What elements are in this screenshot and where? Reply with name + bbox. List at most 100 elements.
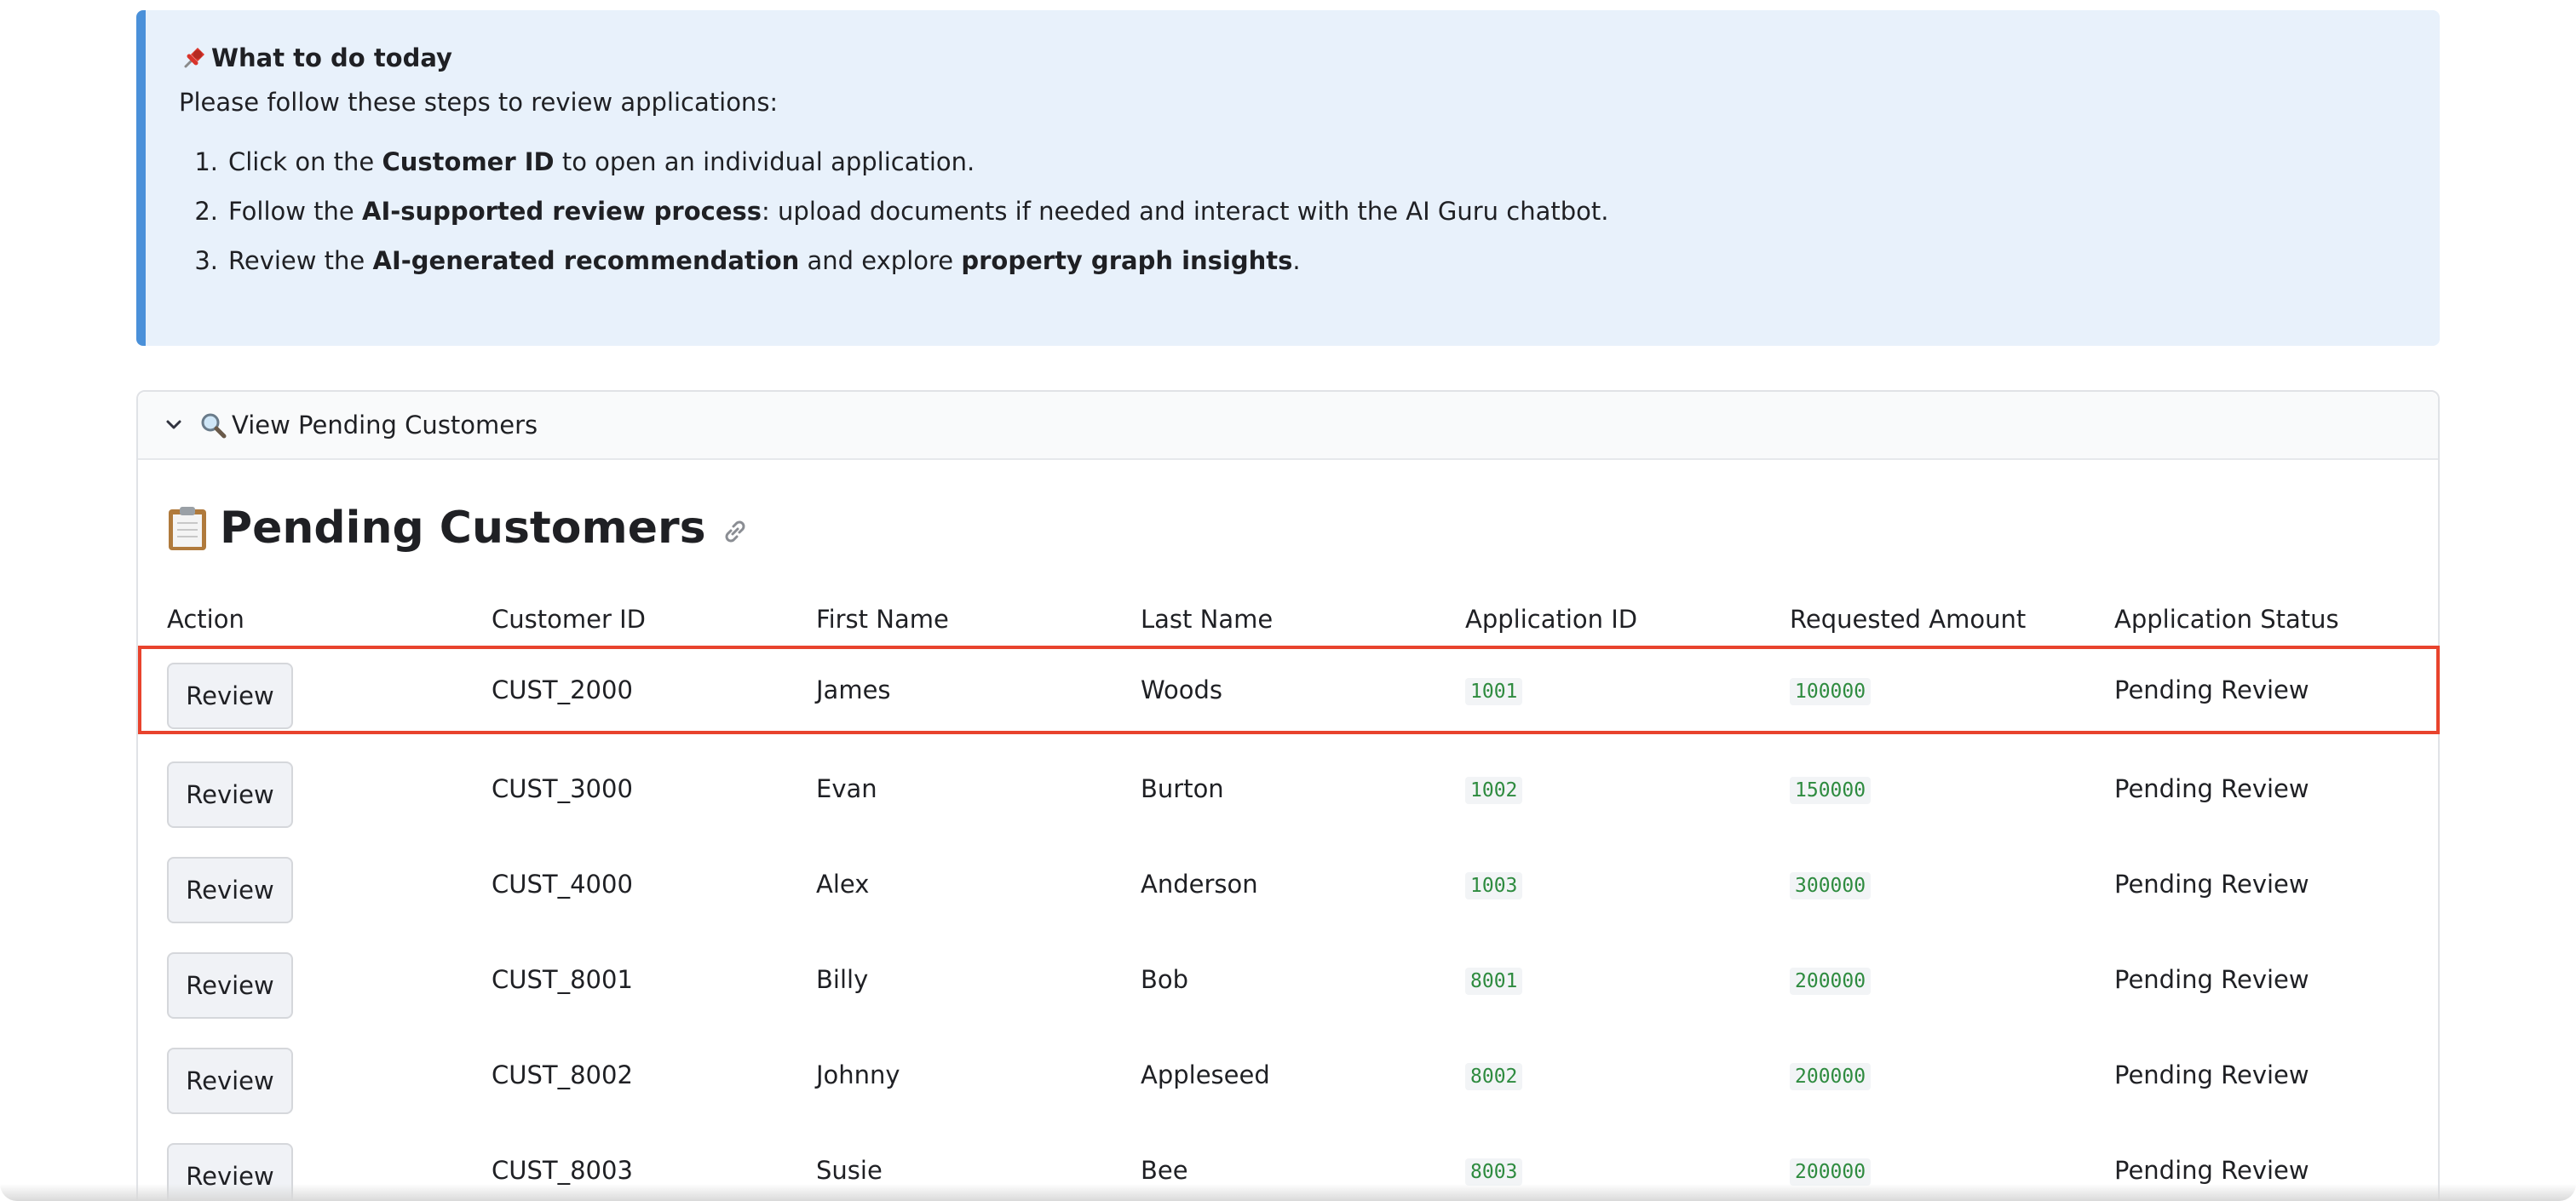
action-cell: Review (167, 651, 492, 729)
expander-header[interactable]: View Pending Customers (138, 392, 2438, 460)
pushpin-icon (184, 48, 204, 68)
customer-id-cell[interactable]: CUST_4000 (492, 870, 816, 899)
requested-amount-cell: 200000 (1790, 964, 2114, 995)
clipboard-icon (169, 507, 206, 550)
step-text-bold: AI-generated recommendation (372, 246, 800, 275)
step-text-post: to open an individual application. (554, 147, 975, 176)
table-row: Review CUST_8002 Johnny Appleseed 8002 2… (167, 1027, 2424, 1123)
requested-amount-cell: 150000 (1790, 773, 2114, 804)
last-name-cell: Bee (1141, 1156, 1188, 1185)
review-button[interactable]: Review (167, 663, 293, 729)
application-id-value: 1001 (1465, 678, 1523, 705)
step-text-pre: Review the (228, 246, 373, 275)
application-id-cell: 8002 (1465, 1060, 1790, 1090)
info-intro: Please follow these steps to review appl… (179, 88, 779, 117)
first-name-cell: Alex (816, 870, 870, 899)
table-row: Review CUST_2000 James Woods 1001 100000… (138, 646, 2440, 734)
application-status-cell: Pending Review (2114, 774, 2309, 803)
first-name-cell: James (816, 675, 891, 704)
step-text-bold: Customer ID (382, 147, 555, 176)
first-name-cell: Evan (816, 774, 877, 803)
application-status-cell: Pending Review (2114, 1060, 2309, 1089)
action-cell: Review (167, 940, 492, 1019)
info-title: What to do today (211, 43, 452, 72)
application-id-cell: 1002 (1465, 773, 1790, 804)
page: What to do today Please follow these ste… (0, 0, 2576, 1201)
step-item: 2. Follow the AI-supported review proces… (179, 194, 2440, 244)
pending-customers-table: Action Customer ID First Name Last Name … (138, 593, 2440, 1201)
requested-amount-cell: 200000 (1790, 1060, 2114, 1090)
step-text: Follow the AI-supported review process: … (228, 194, 1609, 244)
review-button[interactable]: Review (167, 857, 293, 923)
application-status-cell: Pending Review (2114, 965, 2309, 994)
table-row: Review CUST_3000 Evan Burton 1002 150000… (167, 741, 2424, 836)
magnifier-icon (201, 413, 227, 439)
step-text: Review the AI-generated recommendation a… (228, 244, 1301, 293)
step-text-bold: AI-supported review process (362, 197, 762, 226)
link-icon[interactable] (720, 516, 750, 547)
section-title: Pending Customers (220, 503, 706, 554)
customer-id-cell[interactable]: CUST_2000 (492, 675, 816, 704)
chevron-down-icon[interactable] (164, 415, 184, 435)
customer-id-cell[interactable]: CUST_8003 (492, 1156, 816, 1185)
info-title-row: What to do today (179, 39, 2440, 77)
application-id-cell: 1003 (1465, 869, 1790, 899)
application-id-value: 1002 (1465, 777, 1523, 804)
requested-amount-cell: 300000 (1790, 869, 2114, 899)
expander-label: View Pending Customers (232, 411, 538, 440)
first-name-cell: Billy (816, 965, 869, 994)
step-text-pre: Click on the (228, 147, 382, 176)
pending-customers-expander: View Pending Customers Pending Customers… (136, 390, 2440, 1201)
application-id-value: 8001 (1465, 968, 1523, 995)
review-button[interactable]: Review (167, 761, 293, 828)
step-number: 2. (194, 197, 218, 226)
action-cell: Review (167, 845, 492, 923)
requested-amount-cell: 100000 (1790, 675, 2114, 705)
step-item: 3. Review the AI-generated recommendatio… (179, 244, 2440, 293)
column-header: Customer ID (492, 605, 646, 634)
last-name-cell: Bob (1141, 965, 1189, 994)
application-status-cell: Pending Review (2114, 675, 2309, 704)
review-button[interactable]: Review (167, 952, 293, 1019)
requested-amount-value: 150000 (1790, 777, 1872, 804)
last-name-cell: Burton (1141, 774, 1224, 803)
step-number: 1. (194, 147, 218, 176)
window-bottom-edge (0, 1184, 2576, 1201)
step-text-post: : upload documents if needed and interac… (762, 197, 1609, 226)
info-box: What to do today Please follow these ste… (136, 10, 2440, 346)
last-name-cell: Woods (1141, 675, 1222, 704)
column-header: First Name (816, 605, 949, 634)
customer-id-cell[interactable]: CUST_3000 (492, 774, 816, 803)
application-id-cell: 8001 (1465, 964, 1790, 995)
table-row: Review CUST_8001 Billy Bob 8001 200000 P… (167, 932, 2424, 1027)
application-id-value: 8002 (1465, 1063, 1523, 1090)
first-name-cell: Johnny (816, 1060, 900, 1089)
application-status-cell: Pending Review (2114, 1156, 2309, 1185)
column-header: Action (167, 605, 244, 634)
step-item: 1. Click on the Customer ID to open an i… (179, 145, 2440, 194)
first-name-cell: Susie (816, 1156, 883, 1185)
application-id-cell: 8003 (1465, 1155, 1790, 1186)
requested-amount-value: 300000 (1790, 872, 1872, 899)
application-status-cell: Pending Review (2114, 870, 2309, 899)
requested-amount-cell: 200000 (1790, 1155, 2114, 1186)
requested-amount-value: 200000 (1790, 968, 1872, 995)
review-button[interactable]: Review (167, 1048, 293, 1114)
action-cell: Review (167, 1036, 492, 1114)
column-header: Requested Amount (1790, 605, 2027, 634)
step-text-bold: property graph insights (961, 246, 1293, 275)
step-text: Click on the Customer ID to open an indi… (228, 145, 975, 194)
step-text-post: . (1292, 246, 1301, 275)
step-text-pre: Follow the (228, 197, 362, 226)
last-name-cell: Appleseed (1141, 1060, 1270, 1089)
step-text-mid: and explore (799, 246, 962, 275)
last-name-cell: Anderson (1141, 870, 1258, 899)
table-header: Action Customer ID First Name Last Name … (167, 593, 2424, 646)
customer-id-cell[interactable]: CUST_8002 (492, 1060, 816, 1089)
column-header: Application Status (2114, 605, 2339, 634)
action-cell: Review (167, 750, 492, 828)
customer-id-cell[interactable]: CUST_8001 (492, 965, 816, 994)
requested-amount-value: 200000 (1790, 1158, 1872, 1186)
requested-amount-value: 200000 (1790, 1063, 1872, 1090)
application-id-cell: 1001 (1465, 675, 1790, 705)
